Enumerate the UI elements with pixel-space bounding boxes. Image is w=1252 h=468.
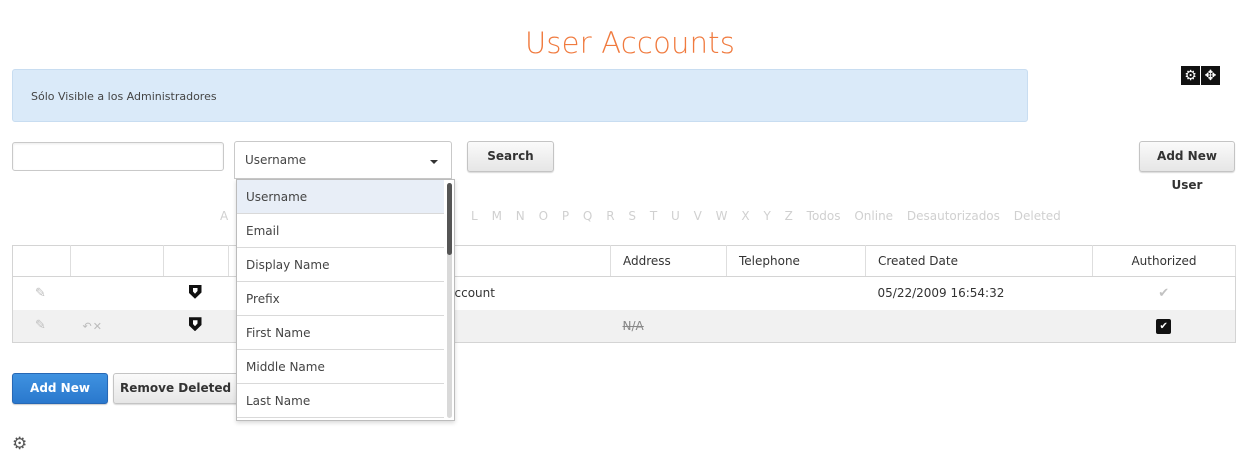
address-cell: N/A: [622, 318, 644, 333]
telephone-cell: [727, 310, 866, 343]
letter-filter-q[interactable]: Q: [583, 209, 592, 223]
table-header-row: Address Telephone Created Date Authorize…: [12, 245, 1236, 277]
add-new-user-button-top[interactable]: Add New User: [1139, 141, 1235, 192]
letter-filter-w[interactable]: W: [716, 209, 728, 223]
filter-desautorizados[interactable]: Desautorizados: [907, 209, 1000, 223]
created-date-cell: 05/22/2009 16:54:32: [877, 286, 1005, 301]
gear-icon[interactable]: ⚙: [1181, 66, 1200, 85]
module-actions: ⚙ ✥: [1181, 66, 1220, 85]
dropdown-scrollbar-thumb[interactable]: [447, 183, 452, 255]
dropdown-option-email[interactable]: Email: [237, 214, 444, 248]
created-date-cell: [866, 310, 1093, 343]
col-header-address[interactable]: Address: [610, 245, 727, 277]
dropdown-option-username[interactable]: Username: [237, 180, 444, 214]
letter-filter-r[interactable]: R: [606, 209, 614, 223]
search-field-value: Username: [245, 153, 307, 167]
pencil-icon[interactable]: ✎: [35, 318, 46, 333]
filter-deleted[interactable]: Deleted: [1014, 209, 1061, 223]
search-input[interactable]: [12, 142, 224, 171]
dropdown-option-display-name[interactable]: Display Name: [237, 248, 444, 282]
search-field-select[interactable]: Username: [234, 141, 452, 179]
table-row: ✎ Account 05/22/2009 16:54:32 ✔: [13, 277, 1236, 310]
col-header-edit: [12, 245, 71, 277]
admin-visibility-banner: Sólo Visible a los Administradores: [12, 69, 1028, 122]
pencil-icon[interactable]: ✎: [35, 286, 46, 301]
letter-filter-a[interactable]: A: [220, 209, 228, 223]
add-new-user-button-bottom[interactable]: Add New User: [12, 373, 108, 424]
dropdown-option-first-name[interactable]: First Name: [237, 316, 444, 350]
shield-icon: [188, 317, 202, 332]
filter-todos[interactable]: Todos: [807, 209, 841, 223]
address-cell: [611, 277, 727, 310]
letter-filter-t[interactable]: T: [650, 209, 657, 223]
dropdown-option-middle-name[interactable]: Middle Name: [237, 350, 444, 384]
dropdown-option-prefix[interactable]: Prefix: [237, 282, 444, 316]
letter-filter-m[interactable]: M: [492, 209, 502, 223]
filter-online[interactable]: Online: [854, 209, 893, 223]
col-header-telephone[interactable]: Telephone: [726, 245, 866, 277]
remove-deleted-users-button[interactable]: Remove Deleted Us: [113, 373, 243, 404]
letter-filter-o[interactable]: O: [539, 209, 548, 223]
restore-icon[interactable]: ↶: [83, 320, 93, 333]
shield-icon: [188, 284, 202, 299]
dropdown-option-last-name[interactable]: Last Name: [237, 384, 444, 418]
letter-filter-u[interactable]: U: [671, 209, 680, 223]
banner-text: Sólo Visible a los Administradores: [31, 90, 217, 103]
users-table: Address Telephone Created Date Authorize…: [12, 245, 1236, 343]
letter-filter-v[interactable]: V: [694, 209, 702, 223]
col-header-created-date[interactable]: Created Date: [865, 245, 1093, 277]
check-icon: ✔: [1158, 285, 1170, 301]
chevron-down-icon: [430, 160, 438, 164]
letter-filter-l[interactable]: L: [471, 209, 478, 223]
authorized-checkbox[interactable]: ✔: [1156, 318, 1172, 334]
letter-filter-s[interactable]: S: [628, 209, 636, 223]
page-title: User Accounts: [524, 26, 736, 60]
col-header-role: [163, 245, 229, 277]
move-icon[interactable]: ✥: [1201, 66, 1220, 85]
letter-filter-z[interactable]: Z: [785, 209, 793, 223]
delete-icon[interactable]: ✕: [93, 320, 103, 333]
col-header-authorized[interactable]: Authorized: [1092, 245, 1236, 277]
letter-filter-x[interactable]: X: [741, 209, 749, 223]
telephone-cell: [727, 277, 866, 310]
letter-filter-y[interactable]: Y: [763, 209, 770, 223]
search-field-dropdown: Username Email Display Name Prefix First…: [236, 179, 455, 421]
letter-filter-n[interactable]: N: [516, 209, 525, 223]
gear-icon[interactable]: ⚙: [12, 434, 27, 454]
letter-filter-p[interactable]: P: [562, 209, 569, 223]
table-row: ✎ ↶✕ N/A ✔: [12, 309, 1236, 343]
col-header-actions: [70, 245, 164, 277]
search-button[interactable]: Search: [467, 141, 554, 172]
